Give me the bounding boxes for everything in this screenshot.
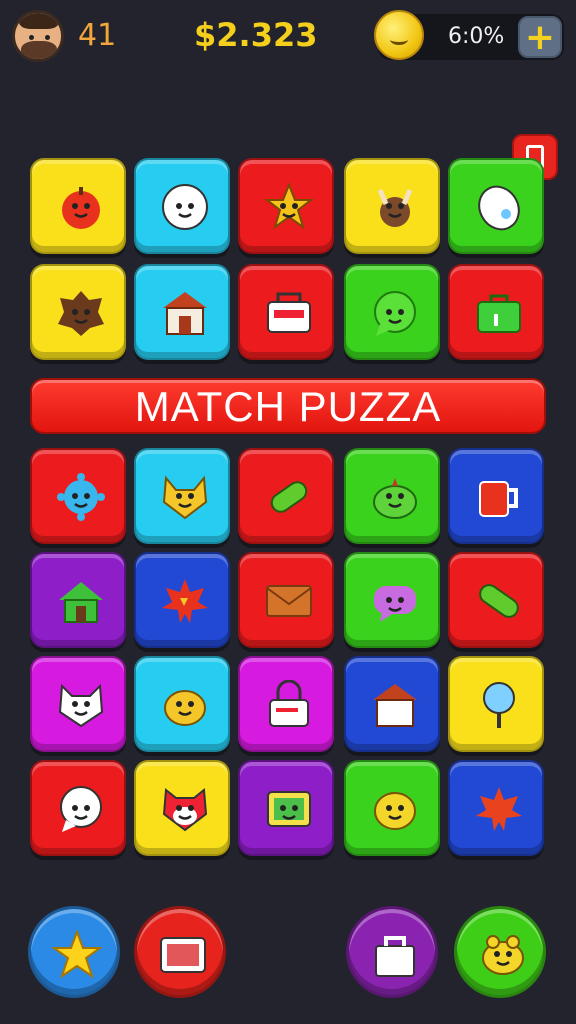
game-tile[interactable] bbox=[344, 448, 440, 544]
add-coins-button[interactable]: + bbox=[518, 16, 562, 58]
game-tile[interactable] bbox=[134, 552, 230, 648]
virus-icon bbox=[56, 472, 106, 522]
coin-percent: 6:0% bbox=[448, 24, 505, 49]
lemon-face-icon bbox=[370, 784, 420, 834]
red-panda-icon bbox=[160, 784, 210, 834]
tablet-button[interactable] bbox=[134, 906, 226, 998]
game-tile[interactable] bbox=[30, 264, 126, 360]
game-tile[interactable] bbox=[30, 656, 126, 752]
game-tile[interactable] bbox=[30, 760, 126, 856]
balloon-icon bbox=[474, 680, 524, 730]
game-tile[interactable] bbox=[238, 448, 334, 544]
kitten-icon bbox=[56, 680, 106, 730]
game-tile[interactable] bbox=[344, 656, 440, 752]
envelope-icon bbox=[264, 576, 314, 626]
briefcase-icon bbox=[474, 288, 524, 338]
game-tile[interactable] bbox=[448, 656, 544, 752]
game-tile[interactable] bbox=[344, 158, 440, 254]
player-avatar[interactable] bbox=[12, 10, 64, 62]
shopping-bag-icon bbox=[370, 930, 420, 980]
game-tile[interactable] bbox=[134, 264, 230, 360]
game-tile[interactable] bbox=[134, 656, 230, 752]
pill-icon bbox=[474, 576, 524, 626]
blob-face-icon bbox=[160, 680, 210, 730]
smiley-face-icon bbox=[160, 182, 210, 232]
game-tile[interactable] bbox=[448, 448, 544, 544]
game-tile[interactable] bbox=[238, 158, 334, 254]
game-tile[interactable] bbox=[30, 552, 126, 648]
padlock-icon bbox=[264, 679, 314, 730]
jellybean-icon bbox=[474, 182, 524, 232]
tablet-icon bbox=[158, 930, 208, 980]
moose-icon bbox=[370, 182, 420, 232]
game-tile[interactable] bbox=[448, 264, 544, 360]
star-icon bbox=[50, 929, 104, 980]
hedgehog-icon bbox=[56, 288, 106, 338]
tv-screen-icon bbox=[264, 784, 314, 834]
player-level: 41 bbox=[78, 18, 117, 53]
shop-button[interactable] bbox=[346, 906, 438, 998]
shed-icon bbox=[370, 680, 420, 730]
game-tile[interactable] bbox=[344, 264, 440, 360]
game-tile[interactable] bbox=[344, 760, 440, 856]
slime-icon bbox=[370, 472, 420, 522]
game-tile[interactable] bbox=[238, 264, 334, 360]
apple-icon bbox=[56, 182, 106, 232]
game-tile[interactable] bbox=[344, 552, 440, 648]
money-counter: $2.323 bbox=[194, 16, 318, 54]
cash-register-icon bbox=[264, 288, 314, 338]
message-bubble-icon bbox=[56, 784, 106, 834]
chat-bubble-icon bbox=[370, 288, 420, 338]
mug-icon bbox=[474, 472, 524, 522]
speech-bubble-icon bbox=[370, 576, 420, 626]
game-tile[interactable] bbox=[30, 448, 126, 544]
character-button[interactable] bbox=[454, 906, 546, 998]
game-tile[interactable] bbox=[134, 448, 230, 544]
barn-icon bbox=[160, 288, 210, 338]
autumn-leaf-icon bbox=[474, 784, 524, 834]
maple-leaf-icon bbox=[160, 576, 210, 626]
game-tile[interactable] bbox=[134, 760, 230, 856]
star-creature-icon bbox=[264, 182, 314, 232]
game-tile[interactable] bbox=[448, 760, 544, 856]
game-tile[interactable] bbox=[134, 158, 230, 254]
title-banner: MATCH PUZZA bbox=[30, 378, 546, 434]
pickle-icon bbox=[264, 472, 314, 522]
game-tile[interactable] bbox=[238, 760, 334, 856]
game-tile[interactable] bbox=[238, 656, 334, 752]
house-icon bbox=[56, 576, 106, 626]
top-hud: 41 $2.323 6:0% + bbox=[0, 0, 576, 80]
game-tile[interactable] bbox=[30, 158, 126, 254]
game-tile[interactable] bbox=[448, 552, 544, 648]
frog-icon bbox=[478, 930, 528, 980]
cat-face-icon bbox=[160, 472, 210, 522]
game-tile[interactable] bbox=[238, 552, 334, 648]
game-tile[interactable] bbox=[448, 158, 544, 254]
coin-icon bbox=[374, 10, 424, 60]
banner-title: MATCH PUZZA bbox=[134, 383, 442, 430]
favorites-button[interactable] bbox=[28, 906, 120, 998]
